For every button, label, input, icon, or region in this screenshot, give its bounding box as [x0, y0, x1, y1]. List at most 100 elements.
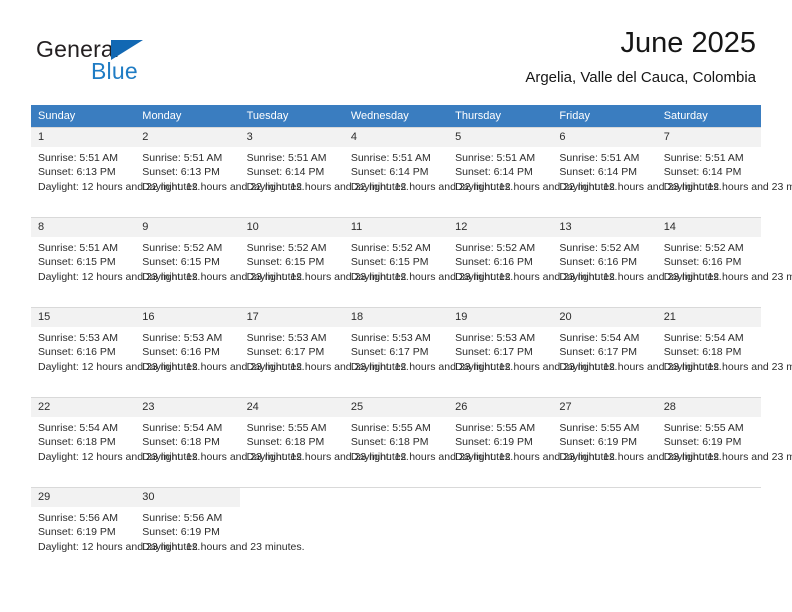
daylight-text: Daylight: 12 hours and 23 minutes.	[142, 450, 305, 463]
daylight-text: Daylight: 12 hours and 23 minutes.	[38, 540, 201, 553]
sunset-text: Sunset: 6:16 PM	[663, 256, 742, 269]
day-cell[interactable]: 23 Sunrise: 5:54 AM Sunset: 6:18 PM Dayligh…	[135, 397, 305, 488]
daylight-text: Daylight: 12 hours and 23 minutes.	[38, 270, 201, 283]
day-details: Sunrise: 5:55 AM Sunset: 6:19 PM Daylight:…	[448, 417, 617, 464]
day-number: 10	[239, 218, 344, 237]
day-details: Sunrise: 5:51 AM Sunset: 6:14 PM Daylight:…	[344, 147, 513, 194]
sunrise-text: Sunrise: 5:52 AM	[455, 242, 536, 254]
day-cell[interactable]: 6 Sunrise: 5:51 AM Sunset: 6:14 PM Daylight…	[552, 127, 722, 218]
day-cell[interactable]: 25 Sunrise: 5:55 AM Sunset: 6:18 PM Dayligh…	[343, 397, 514, 488]
day-cell[interactable]: 17 Sunrise: 5:53 AM Sunset: 6:17 PM Dayligh…	[239, 307, 409, 398]
day-cell[interactable]: 5 Sunrise: 5:51 AM Sunset: 6:14 PM Daylight…	[448, 127, 618, 218]
day-cell[interactable]: 18 Sunrise: 5:53 AM Sunset: 6:17 PM Dayligh…	[343, 307, 514, 398]
day-details: Sunrise: 5:55 AM Sunset: 6:19 PM Daylight:…	[657, 417, 792, 464]
sunrise-text: Sunrise: 5:54 AM	[142, 422, 223, 434]
general-blue-logo: General Blue	[36, 36, 266, 92]
sunrise-text: Sunrise: 5:55 AM	[559, 422, 640, 434]
day-details: Sunrise: 5:51 AM Sunset: 6:13 PM Daylight:…	[31, 147, 200, 194]
sunset-text: Sunset: 6:14 PM	[559, 166, 638, 179]
sunset-text: Sunset: 6:14 PM	[663, 166, 742, 179]
day-cell[interactable]: 14 Sunrise: 5:52 AM Sunset: 6:16 PM Dayligh…	[656, 217, 792, 308]
day-number	[552, 488, 656, 507]
day-cell[interactable]: 4 Sunrise: 5:51 AM Sunset: 6:14 PM Daylight…	[343, 127, 513, 218]
day-cell[interactable]: 20 Sunrise: 5:54 AM Sunset: 6:17 PM Dayligh…	[552, 307, 722, 398]
day-number: 8	[31, 218, 136, 237]
daylight-text: Daylight: 12 hours and 23 minutes.	[455, 360, 618, 373]
day-cell[interactable]: 7 Sunrise: 5:51 AM Sunset: 6:14 PM Daylight…	[656, 127, 792, 218]
daylight-text: Daylight: 12 hours and 23 minutes.	[38, 360, 201, 373]
sunset-text: Sunset: 6:17 PM	[350, 346, 429, 359]
day-cell[interactable]: 2 Sunrise: 5:51 AM Sunset: 6:13 PM Daylight…	[135, 127, 305, 218]
sunrise-text: Sunrise: 5:55 AM	[455, 422, 536, 434]
sunset-text: Sunset: 6:16 PM	[559, 256, 638, 269]
daylight-text: Daylight: 12 hours and 23 minutes.	[559, 450, 722, 463]
weekday-header-wednesday: Wednesday	[343, 105, 449, 128]
day-number: 5	[448, 128, 553, 147]
sunset-text: Sunset: 6:15 PM	[38, 256, 116, 269]
daylight-text: Daylight: 12 hours and 22 minutes.	[142, 180, 305, 193]
day-details: Sunrise: 5:51 AM Sunset: 6:14 PM Daylight:…	[657, 147, 792, 194]
day-number: 9	[135, 218, 240, 237]
sunrise-text: Sunrise: 5:52 AM	[142, 242, 223, 254]
day-cell[interactable]: 30 Sunrise: 5:56 AM Sunset: 6:19 PM Dayligh…	[135, 487, 305, 578]
day-number: 6	[552, 128, 657, 147]
day-cell[interactable]: 29 Sunrise: 5:56 AM Sunset: 6:19 PM Dayligh…	[31, 487, 201, 578]
day-cell[interactable]: 1 Sunrise: 5:51 AM Sunset: 6:13 PM Daylight…	[31, 127, 200, 218]
sunset-text: Sunset: 6:16 PM	[38, 346, 116, 359]
daylight-text: Daylight: 12 hours and 23 minutes.	[246, 360, 409, 373]
day-cell[interactable]: 22 Sunrise: 5:54 AM Sunset: 6:18 PM Dayligh…	[31, 397, 201, 488]
sunrise-text: Sunrise: 5:53 AM	[142, 332, 223, 344]
day-cell[interactable]: 13 Sunrise: 5:52 AM Sunset: 6:16 PM Dayligh…	[552, 217, 722, 308]
day-cell[interactable]: 26 Sunrise: 5:55 AM Sunset: 6:19 PM Dayligh…	[448, 397, 617, 488]
day-cell[interactable]: 16 Sunrise: 5:53 AM Sunset: 6:16 PM Dayligh…	[135, 307, 305, 398]
sunrise-text: Sunrise: 5:52 AM	[246, 242, 327, 254]
sunset-text: Sunset: 6:19 PM	[142, 526, 220, 539]
day-details: Sunrise: 5:56 AM Sunset: 6:19 PM Daylight:…	[135, 507, 304, 554]
daylight-text: Daylight: 12 hours and 22 minutes.	[455, 180, 618, 193]
day-cell[interactable]: 11 Sunrise: 5:52 AM Sunset: 6:15 PM Dayligh…	[343, 217, 514, 308]
day-details: Sunrise: 5:52 AM Sunset: 6:15 PM Daylight:…	[344, 237, 514, 284]
day-number: 19	[448, 308, 553, 327]
day-details: Sunrise: 5:55 AM Sunset: 6:18 PM Daylight:…	[344, 417, 514, 464]
day-details: Sunrise: 5:56 AM Sunset: 6:19 PM Daylight:…	[31, 507, 201, 554]
day-cell[interactable]: 24 Sunrise: 5:55 AM Sunset: 6:18 PM Dayligh…	[239, 397, 409, 488]
daylight-text: Daylight: 12 hours and 23 minutes.	[38, 450, 201, 463]
sunrise-text: Sunrise: 5:51 AM	[350, 152, 431, 164]
day-cell[interactable]: 12 Sunrise: 5:52 AM Sunset: 6:16 PM Dayligh…	[448, 217, 617, 308]
daylight-text: Daylight: 12 hours and 23 minutes.	[350, 450, 514, 463]
day-cell[interactable]: 15 Sunrise: 5:53 AM Sunset: 6:16 PM Dayligh…	[31, 307, 201, 398]
daylight-text: Daylight: 12 hours and 23 minutes.	[559, 180, 722, 193]
weekday-header-monday: Monday	[135, 105, 240, 128]
day-cell-empty	[448, 487, 553, 578]
day-cell[interactable]: 19 Sunrise: 5:53 AM Sunset: 6:17 PM Dayligh…	[448, 307, 618, 398]
sunset-text: Sunset: 6:15 PM	[142, 256, 220, 269]
day-details: Sunrise: 5:52 AM Sunset: 6:16 PM Daylight:…	[448, 237, 617, 284]
sunset-text: Sunset: 6:14 PM	[246, 166, 325, 179]
sunrise-text: Sunrise: 5:51 AM	[38, 242, 118, 254]
day-cell[interactable]: 9 Sunrise: 5:52 AM Sunset: 6:15 PM Daylight…	[135, 217, 305, 308]
day-cell[interactable]: 8 Sunrise: 5:51 AM Sunset: 6:15 PM Daylight…	[31, 217, 201, 308]
day-details: Sunrise: 5:54 AM Sunset: 6:18 PM Daylight:…	[657, 327, 792, 374]
day-cell[interactable]: 10 Sunrise: 5:52 AM Sunset: 6:15 PM Dayligh…	[239, 217, 409, 308]
day-cell[interactable]: 27 Sunrise: 5:55 AM Sunset: 6:19 PM Dayligh…	[552, 397, 722, 488]
day-cell[interactable]: 28 Sunrise: 5:55 AM Sunset: 6:19 PM Dayligh…	[656, 397, 792, 488]
sunrise-text: Sunrise: 5:52 AM	[559, 242, 640, 254]
title-block: June 2025 Argelia, Valle del Cauca, Colo…	[525, 26, 756, 87]
daylight-text: Daylight: 12 hours and 23 minutes.	[350, 270, 514, 283]
day-details: Sunrise: 5:54 AM Sunset: 6:18 PM Daylight:…	[31, 417, 201, 464]
calendar-week-row: 1 Sunrise: 5:51 AM Sunset: 6:13 PM Daylight…	[31, 127, 792, 218]
calendar-week-row: 15 Sunrise: 5:53 AM Sunset: 6:16 PM Dayligh…	[31, 307, 792, 398]
sunrise-text: Sunrise: 5:53 AM	[455, 332, 536, 344]
day-cell[interactable]: 3 Sunrise: 5:51 AM Sunset: 6:14 PM Daylight…	[239, 127, 409, 218]
daylight-text: Daylight: 12 hours and 22 minutes.	[246, 180, 409, 193]
sunrise-text: Sunrise: 5:55 AM	[246, 422, 327, 434]
day-details: Sunrise: 5:53 AM Sunset: 6:17 PM Daylight:…	[448, 327, 618, 374]
daylight-text: Daylight: 12 hours and 23 minutes.	[350, 360, 514, 373]
day-details: Sunrise: 5:53 AM Sunset: 6:16 PM Daylight:…	[135, 327, 304, 374]
day-cell-empty	[656, 487, 761, 578]
daylight-text: Daylight: 12 hours and 23 minutes.	[246, 450, 409, 463]
day-cell[interactable]: 21 Sunrise: 5:54 AM Sunset: 6:18 PM Dayligh…	[656, 307, 792, 398]
sunset-text: Sunset: 6:15 PM	[246, 256, 325, 269]
day-number: 20	[552, 308, 657, 327]
day-number	[657, 488, 761, 507]
